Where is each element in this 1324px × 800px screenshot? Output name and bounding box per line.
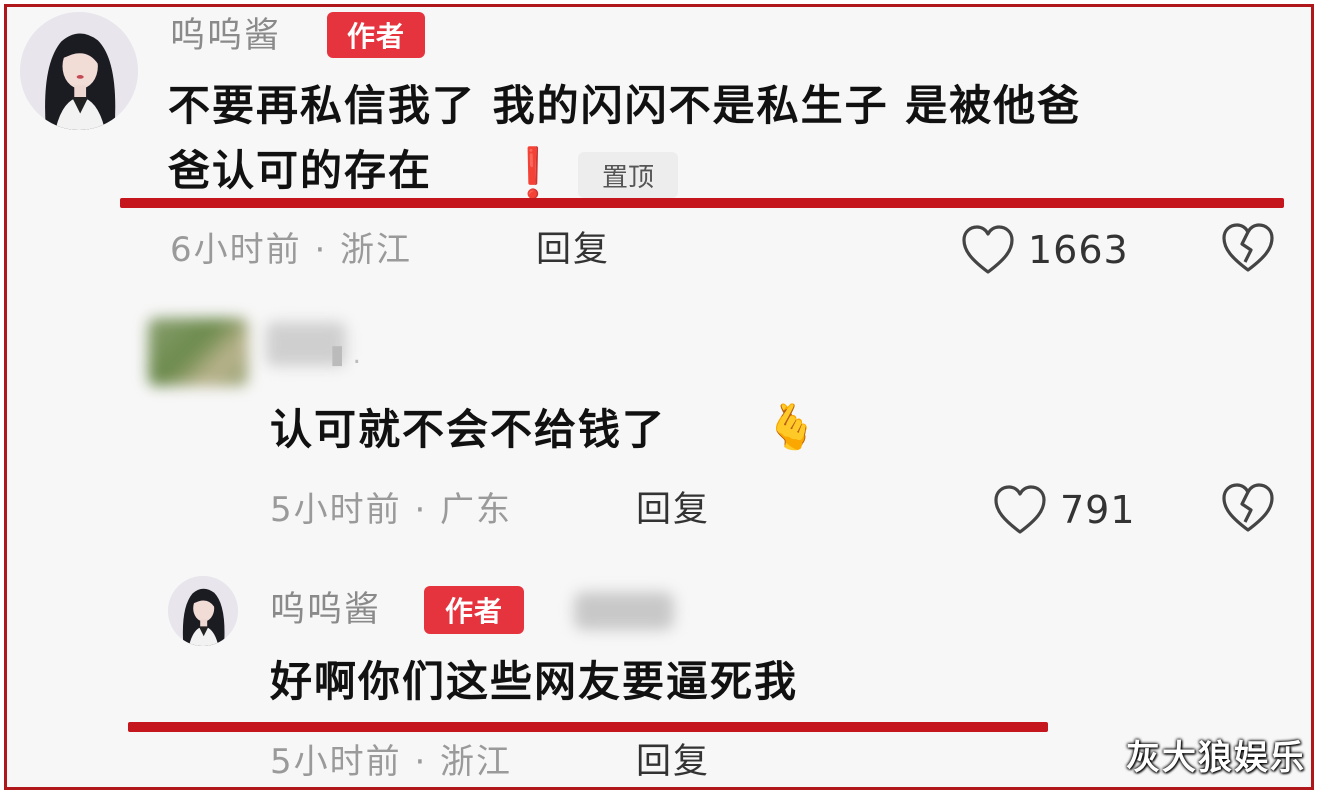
like-button[interactable]: 1663	[960, 222, 1129, 278]
blurred-mention	[574, 592, 674, 630]
pinned-tag: 置顶	[578, 152, 678, 198]
comment-time-location: 6小时前 · 浙江	[170, 230, 413, 270]
reply-time-location: 5小时前 · 浙江	[270, 742, 513, 782]
exclamation-icon: ❗	[503, 145, 563, 201]
highlight-underline	[120, 198, 1284, 208]
author-badge: 作者	[327, 12, 425, 58]
comment-text-line1: 不要再私信我了 我的闪闪不是私生子 是被他爸	[168, 81, 1082, 130]
dislike-button[interactable]	[1220, 482, 1276, 538]
author-badge: 作者	[424, 586, 524, 634]
heart-outline-icon	[962, 225, 1014, 274]
reply-time-location: 5小时前 · 广东	[270, 490, 513, 530]
comment-username[interactable]: 呜呜酱	[170, 14, 281, 58]
reply-text: 好啊你们这些网友要逼死我	[270, 657, 799, 706]
highlight-underline	[128, 722, 1048, 732]
blurred-avatar[interactable]	[148, 318, 248, 386]
like-button[interactable]: 791	[992, 482, 1136, 538]
heart-outline-icon	[994, 485, 1046, 534]
broken-heart-icon	[1222, 223, 1274, 272]
dislike-button[interactable]	[1220, 222, 1276, 278]
comment-text-line2: 爸认可的存在	[168, 146, 433, 195]
like-count: 1663	[1028, 228, 1129, 272]
blurred-username: ▮ .	[330, 340, 361, 370]
author-avatar[interactable]	[20, 12, 138, 130]
reply-button[interactable]: 回复	[636, 738, 710, 786]
reply-button[interactable]: 回复	[536, 226, 610, 274]
reply-button[interactable]: 回复	[636, 486, 710, 534]
broken-heart-icon	[1222, 483, 1274, 532]
author-avatar[interactable]	[168, 576, 238, 646]
watermark: 灰大狼娱乐	[1126, 738, 1306, 778]
finger-heart-emoji-icon: 🫰	[764, 402, 819, 453]
reply-text: 认可就不会不给钱了	[270, 405, 667, 454]
like-count: 791	[1060, 488, 1136, 532]
reply-username[interactable]: 呜呜酱	[270, 588, 381, 632]
